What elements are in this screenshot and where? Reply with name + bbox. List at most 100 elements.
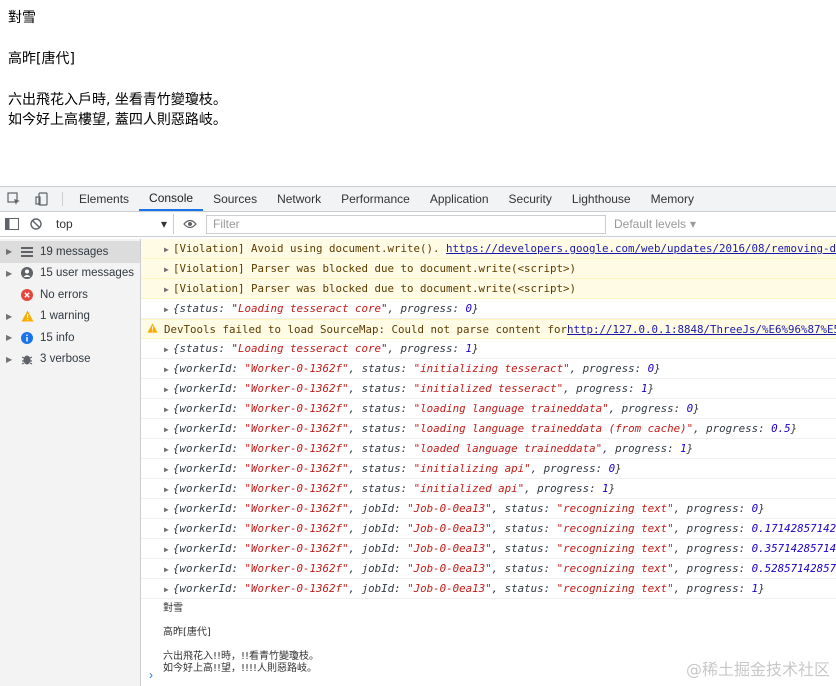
tab-divider bbox=[62, 192, 63, 206]
info-icon bbox=[20, 331, 34, 345]
violation-link[interactable]: https://developers.google.com/web/update… bbox=[446, 242, 836, 255]
expand-icon[interactable]: ▶ bbox=[164, 345, 169, 354]
log-row[interactable]: ▶ {workerId: "Worker-0-1362f", jobId: "Jo… bbox=[141, 519, 836, 539]
expand-icon[interactable]: ▶ bbox=[164, 525, 169, 534]
expand-icon[interactable]: ▶ bbox=[164, 385, 169, 394]
watermark: @稀土掘金技术社区 bbox=[685, 660, 830, 679]
tab-sources[interactable]: Sources bbox=[203, 187, 267, 211]
poem-title: 對雪 bbox=[8, 10, 36, 26]
expand-icon[interactable]: ▶ bbox=[6, 312, 14, 321]
eye-icon[interactable] bbox=[178, 212, 202, 236]
log-progress: 0.5 bbox=[771, 422, 791, 435]
log-workerId: "Worker-0-1362f" bbox=[244, 382, 349, 395]
expand-icon[interactable]: ▶ bbox=[164, 305, 169, 314]
violation-message[interactable]: ▶ [Violation] Parser was blocked due to … bbox=[141, 279, 836, 299]
log-progress: 1 bbox=[465, 342, 473, 355]
sidebar-item-info[interactable]: ▶ 15 info bbox=[0, 327, 140, 349]
log-jobId: "Job-0-0ea13" bbox=[407, 542, 492, 555]
poem-author: 高昨[唐代] bbox=[8, 51, 75, 67]
tab-elements[interactable]: Elements bbox=[69, 187, 139, 211]
expand-icon[interactable]: ▶ bbox=[6, 333, 14, 342]
clear-console-icon[interactable] bbox=[24, 212, 48, 236]
expand-icon[interactable]: ▶ bbox=[164, 265, 169, 274]
expand-icon[interactable]: ▶ bbox=[164, 425, 169, 434]
sidebar-item-messages[interactable]: ▶ 19 messages bbox=[0, 241, 140, 263]
bug-icon bbox=[20, 352, 34, 366]
log-status: Loading tesseract core bbox=[238, 302, 382, 315]
log-row[interactable]: ▶ {workerId: "Worker-0-1362f", status: "i… bbox=[141, 379, 836, 399]
violation-message[interactable]: ▶ [Violation] Avoid using document.write… bbox=[141, 239, 836, 259]
expand-icon[interactable]: ▶ bbox=[164, 365, 169, 374]
log-workerId: "Worker-0-1362f" bbox=[244, 422, 349, 435]
log-workerId: "Worker-0-1362f" bbox=[244, 442, 349, 455]
log-workerId: "Worker-0-1362f" bbox=[244, 362, 349, 375]
expand-icon[interactable]: ▶ bbox=[164, 585, 169, 594]
log-progress: 1 bbox=[680, 442, 687, 455]
log-row[interactable]: ▶ {workerId: "Worker-0-1362f", status: "i… bbox=[141, 359, 836, 379]
tab-console[interactable]: Console bbox=[139, 187, 204, 211]
expand-icon[interactable]: ▶ bbox=[164, 285, 169, 294]
sidebar-item-user-messages[interactable]: ▶ 15 user messages bbox=[0, 263, 140, 285]
log-progress: 0.17142857142857143 bbox=[751, 522, 836, 535]
log-row[interactable]: ▶ {workerId: "Worker-0-1362f", jobId: "Jo… bbox=[141, 579, 836, 599]
log-status: "loaded language traineddata" bbox=[413, 442, 603, 455]
list-icon bbox=[20, 245, 34, 259]
log-row[interactable]: ▶ {workerId: "Worker-0-1362f", status: "i… bbox=[141, 459, 836, 479]
warning-link[interactable]: http://127.0.0.1:8848/ThreeJs/%E6%96%87%… bbox=[567, 323, 836, 336]
log-status: "initialized tesseract" bbox=[413, 382, 564, 395]
expand-icon[interactable]: ▶ bbox=[6, 355, 14, 364]
sidebar-item-verbose[interactable]: ▶ 3 verbose bbox=[0, 349, 140, 371]
log-status: "initialized api" bbox=[413, 482, 525, 495]
tab-lighthouse[interactable]: Lighthouse bbox=[562, 187, 641, 211]
log-row[interactable]: ▶ {workerId: "Worker-0-1362f", status: "l… bbox=[141, 419, 836, 439]
console-prompt-icon[interactable]: › bbox=[149, 668, 153, 682]
inspect-element-icon[interactable] bbox=[0, 187, 28, 211]
tab-security[interactable]: Security bbox=[499, 187, 562, 211]
expand-icon[interactable]: ▶ bbox=[164, 565, 169, 574]
log-row[interactable]: ▶ {status: "Loading tesseract core", pro… bbox=[141, 299, 836, 319]
expand-icon[interactable]: ▶ bbox=[164, 405, 169, 414]
log-row[interactable]: ▶ {workerId: "Worker-0-1362f", status: "l… bbox=[141, 439, 836, 459]
violation-message[interactable]: ▶ [Violation] Parser was blocked due to … bbox=[141, 259, 836, 279]
device-toolbar-icon[interactable] bbox=[28, 187, 56, 211]
log-row[interactable]: ▶ {workerId: "Worker-0-1362f", status: "l… bbox=[141, 399, 836, 419]
expand-icon[interactable]: ▶ bbox=[164, 505, 169, 514]
tab-network[interactable]: Network bbox=[267, 187, 331, 211]
page-content: 對雪 高昨[唐代] 六出飛花入戶時, 坐看青竹變瓊枝。 如今好上高樓望, 蓋四人… bbox=[0, 0, 836, 186]
log-row[interactable]: ▶ {workerId: "Worker-0-1362f", status: "i… bbox=[141, 479, 836, 499]
log-levels-dropdown[interactable]: Default levels ▾ bbox=[614, 217, 696, 231]
sidebar-item-errors[interactable]: No errors bbox=[0, 284, 140, 306]
expand-icon[interactable]: ▶ bbox=[6, 247, 14, 256]
log-jobId: "Job-0-0ea13" bbox=[407, 582, 492, 595]
sidebar-item-label: 3 verbose bbox=[40, 353, 91, 366]
log-workerId: "Worker-0-1362f" bbox=[244, 402, 349, 415]
expand-icon[interactable]: ▶ bbox=[164, 245, 169, 254]
sidebar-item-label: 15 info bbox=[40, 331, 75, 344]
log-status: "recognizing text" bbox=[556, 582, 674, 595]
sidebar-item-warnings[interactable]: ▶ 1 warning bbox=[0, 306, 140, 328]
expand-icon[interactable]: ▶ bbox=[164, 445, 169, 454]
filter-input[interactable]: Filter bbox=[206, 214, 606, 234]
log-progress: 0 bbox=[751, 502, 759, 515]
tab-application[interactable]: Application bbox=[420, 187, 499, 211]
expand-icon[interactable]: ▶ bbox=[6, 269, 14, 278]
tab-performance[interactable]: Performance bbox=[331, 187, 420, 211]
expand-icon[interactable]: ▶ bbox=[164, 545, 169, 554]
log-row[interactable]: ▶ {workerId: "Worker-0-1362f", jobId: "Jo… bbox=[141, 559, 836, 579]
sidebar-toggle-icon[interactable] bbox=[0, 212, 24, 236]
log-row[interactable]: ▶ {workerId: "Worker-0-1362f", jobId: "Jo… bbox=[141, 499, 836, 519]
log-row[interactable]: ▶ {status: "Loading tesseract core", pro… bbox=[141, 339, 836, 359]
expand-icon[interactable]: ▶ bbox=[164, 485, 169, 494]
tab-memory[interactable]: Memory bbox=[641, 187, 704, 211]
log-levels-label: Default levels bbox=[614, 217, 687, 231]
log-status: "initializing api" bbox=[413, 462, 531, 475]
ocr-line: 對雪 bbox=[163, 603, 183, 614]
log-progress: 1 bbox=[751, 582, 759, 595]
context-selector[interactable]: top ▾ bbox=[48, 214, 174, 234]
expand-icon[interactable]: ▶ bbox=[164, 465, 169, 474]
user-icon bbox=[20, 266, 34, 280]
console-sidebar: ▶ 19 messages ▶ 15 user messages No erro… bbox=[0, 239, 141, 686]
log-row[interactable]: ▶ {workerId: "Worker-0-1362f", jobId: "Jo… bbox=[141, 539, 836, 559]
log-status: "recognizing text" bbox=[556, 502, 674, 515]
warning-message[interactable]: DevTools failed to load SourceMap: Could… bbox=[141, 319, 836, 339]
